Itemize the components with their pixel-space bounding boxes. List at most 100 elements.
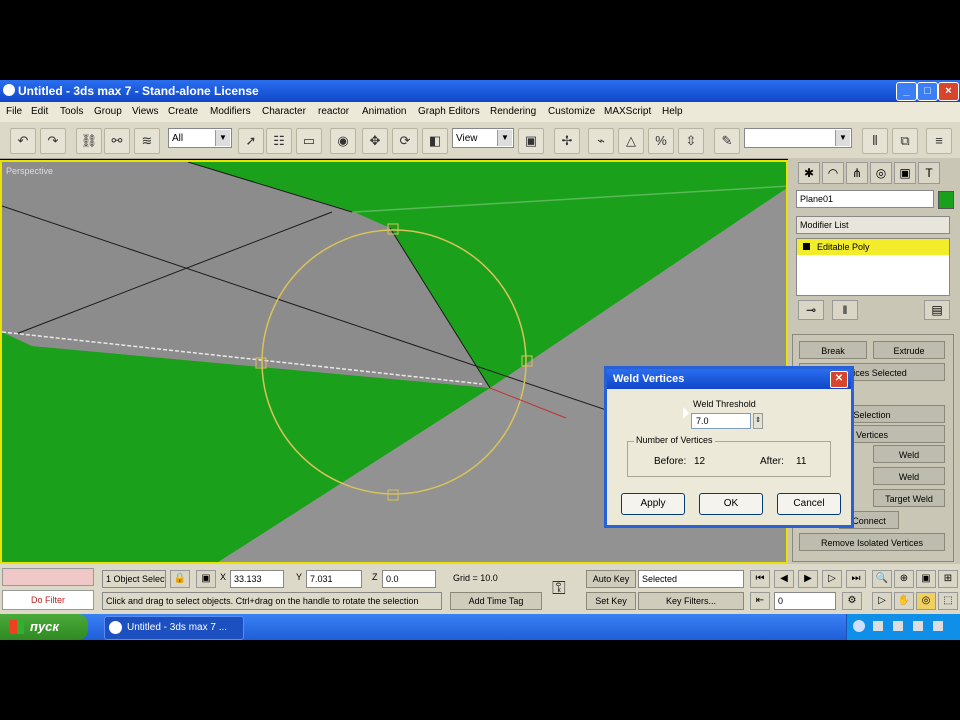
zoom-extents-icon[interactable]: ▣ (916, 570, 936, 588)
region-select-icon[interactable]: ▭ (296, 128, 322, 154)
weld-button[interactable]: Weld (873, 445, 945, 463)
lock-selection-icon[interactable]: 🔒 (170, 570, 190, 588)
menu-maxscript[interactable]: MAXScript (604, 106, 651, 117)
ref-coord-dropdown[interactable]: View ▼ (452, 128, 514, 148)
redo-icon[interactable]: ↷ (40, 128, 66, 154)
tray-app-icon[interactable] (893, 621, 903, 631)
ok-button[interactable]: OK (699, 493, 763, 515)
zoom-all-icon[interactable]: ⊕ (894, 570, 914, 588)
menu-tools[interactable]: Tools (60, 106, 83, 117)
add-time-tag-button[interactable]: Add Time Tag (450, 592, 542, 610)
menu-animation[interactable]: Animation (362, 106, 406, 117)
tray-app-icon[interactable] (873, 621, 883, 631)
motion-tab-icon[interactable]: ◎ (870, 162, 892, 184)
utilities-tab-icon[interactable]: T (918, 162, 940, 184)
extrude-button[interactable]: Extrude (873, 341, 945, 359)
viewport-label[interactable]: Perspective (6, 166, 53, 176)
undo-icon[interactable]: ↶ (10, 128, 36, 154)
pivot-center-icon[interactable]: ▣ (518, 128, 544, 154)
goto-start-icon[interactable]: ⏮ (750, 570, 770, 588)
remove-unused-button[interactable]: Remove Isolated Vertices (799, 533, 945, 551)
key-mode-icon[interactable]: ⇤ (750, 592, 770, 610)
dialog-close-button[interactable]: ✕ (830, 371, 848, 388)
target-weld-button[interactable]: Target Weld (873, 489, 945, 507)
close-button[interactable]: × (938, 82, 959, 101)
selection-filter-dropdown[interactable]: All ▼ (168, 128, 232, 148)
align-icon[interactable]: ⧉ (892, 128, 918, 154)
menu-graph-editors[interactable]: Graph Editors (418, 106, 480, 117)
move-icon[interactable]: ✥ (362, 128, 388, 154)
layer-manager-icon[interactable]: ≡ (926, 128, 952, 154)
threshold-spinner[interactable]: ⇕ (753, 413, 763, 429)
select-link-icon[interactable]: ⛓ (76, 128, 102, 154)
display-tab-icon[interactable]: ▣ (894, 162, 916, 184)
absolute-mode-icon[interactable]: ▣ (196, 570, 216, 588)
cancel-button[interactable]: Cancel (777, 493, 841, 515)
stack-expand-icon[interactable] (803, 243, 810, 250)
maximize-viewport-icon[interactable]: ⬚ (938, 592, 958, 610)
angle-snap-icon[interactable]: △ (618, 128, 644, 154)
edit-named-sel-icon[interactable]: ✎ (714, 128, 740, 154)
arc-rotate-icon[interactable]: ◎ (916, 592, 936, 610)
snap-toggle-icon[interactable]: ⌁ (588, 128, 614, 154)
minimize-button[interactable]: _ (896, 82, 917, 101)
stack-item-editable-poly[interactable]: Editable Poly (797, 239, 949, 255)
menu-views[interactable]: Views (132, 106, 159, 117)
maximize-button[interactable]: □ (917, 82, 938, 101)
auto-key-button[interactable]: Auto Key (586, 570, 636, 588)
zoom-icon[interactable]: 🔍 (872, 570, 892, 588)
menu-modifiers[interactable]: Modifiers (210, 106, 251, 117)
select-by-name-icon[interactable]: ☷ (266, 128, 292, 154)
dialog-title-bar[interactable]: Weld Vertices ✕ (607, 369, 851, 389)
clock-icon[interactable] (933, 621, 943, 631)
taskbar-window-button[interactable]: Untitled - 3ds max 7 ... (104, 616, 244, 640)
menu-file[interactable]: File (6, 106, 22, 117)
menu-customize[interactable]: Customize (548, 106, 595, 117)
time-config-icon[interactable]: ⚙ (842, 592, 862, 610)
pan-icon[interactable]: ✋ (894, 592, 914, 610)
modify-tab-icon[interactable]: ◠ (822, 162, 844, 184)
spinner-snap-icon[interactable]: ⇳ (678, 128, 704, 154)
next-frame-icon[interactable]: ▷ (822, 570, 842, 588)
modifier-list-dropdown[interactable]: Modifier List (796, 216, 950, 234)
zoom-extents-all-icon[interactable]: ⊞ (938, 570, 958, 588)
object-name-field[interactable]: Plane01 (796, 190, 934, 208)
apply-button[interactable]: Apply (621, 493, 685, 515)
maxscript-listener[interactable] (2, 568, 94, 586)
set-key-button[interactable]: Set Key (586, 592, 636, 610)
rotate-icon[interactable]: ⟳ (392, 128, 418, 154)
goto-end-icon[interactable]: ⏭ (846, 570, 866, 588)
key-filters-button[interactable]: Key Filters... (638, 592, 744, 610)
select-object-icon[interactable]: ➚ (238, 128, 264, 154)
menu-character[interactable]: Character (262, 106, 306, 117)
start-button[interactable]: пуск (0, 614, 88, 640)
fov-icon[interactable]: ▷ (872, 592, 892, 610)
menu-create[interactable]: Create (168, 106, 198, 117)
menu-group[interactable]: Group (94, 106, 122, 117)
z-coordinate-field[interactable]: 0.0 (382, 570, 436, 588)
weld-threshold-input[interactable]: 7.0 (691, 413, 751, 429)
window-crossing-icon[interactable]: ◉ (330, 128, 356, 154)
menu-reactor[interactable]: reactor (318, 106, 349, 117)
hierarchy-tab-icon[interactable]: ⋔ (846, 162, 868, 184)
create-tab-icon[interactable]: ✱ (798, 162, 820, 184)
prev-frame-icon[interactable]: ◀ (774, 570, 794, 588)
unlink-icon[interactable]: ⚯ (104, 128, 130, 154)
current-frame-field[interactable]: 0 (774, 592, 836, 610)
volume-icon[interactable] (913, 621, 923, 631)
menu-edit[interactable]: Edit (31, 106, 48, 117)
pin-stack-icon[interactable]: ⊸ (798, 300, 824, 320)
bind-space-warp-icon[interactable]: ≋ (134, 128, 160, 154)
object-color-swatch[interactable] (938, 191, 954, 209)
scale-icon[interactable]: ◧ (422, 128, 448, 154)
weld-settings-button[interactable]: Weld (873, 467, 945, 485)
break-button[interactable]: Break (799, 341, 867, 359)
menu-help[interactable]: Help (662, 106, 683, 117)
key-mode-dropdown[interactable]: Selected (638, 570, 744, 588)
maxscript-mini-listener[interactable]: Do Filter (2, 590, 94, 610)
configure-sets-icon[interactable]: ▤ (924, 300, 950, 320)
select-manipulate-icon[interactable]: ✢ (554, 128, 580, 154)
network-icon[interactable] (853, 620, 865, 632)
mirror-icon[interactable]: ⫴ (862, 128, 888, 154)
show-end-result-icon[interactable]: ‖ (832, 300, 858, 320)
